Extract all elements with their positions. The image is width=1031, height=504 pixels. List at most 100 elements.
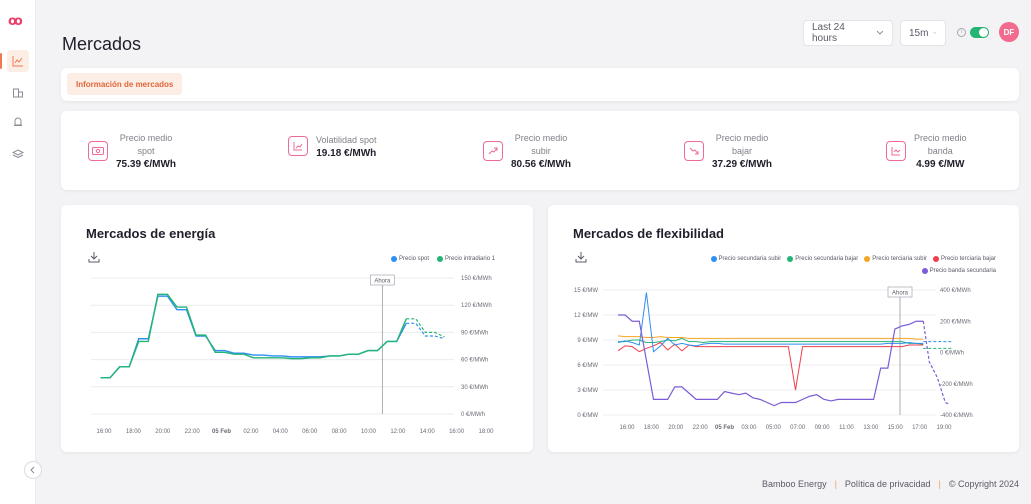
ytick-label-left: 6 €/MW	[577, 363, 598, 369]
layers-icon[interactable]	[7, 143, 29, 165]
series-forecast-1	[406, 322, 445, 340]
xtick-label: 15:00	[888, 425, 904, 431]
series-forecast-2	[406, 318, 445, 338]
kpi-value: 19.18 €/MWh	[316, 147, 377, 159]
kpi-volatilidad: Volatilidad spot 19.18 €/MWh	[288, 126, 377, 166]
kpi-card: Precio medio spot 75.39 €/MWh Volatilida…	[61, 111, 1019, 190]
xtick-label: 03:00	[741, 425, 757, 431]
kpi-precio-bajar: Precio medio bajar 37.29 €/MWh	[684, 126, 772, 176]
xtick-label: 16:00	[619, 425, 635, 431]
now-label: Ahora	[374, 279, 391, 285]
xtick-label: 04:00	[273, 429, 289, 435]
xtick-label: 02:00	[243, 429, 259, 435]
series-line-1	[100, 295, 407, 379]
alarm-icon[interactable]	[7, 111, 29, 133]
info-icon[interactable]: i	[957, 28, 966, 37]
trend-up-icon	[483, 141, 503, 161]
kpi-value: 80.56 €/MWh	[511, 159, 572, 170]
xtick-label: 18:00	[126, 429, 142, 435]
xtick-label: 18:00	[644, 425, 660, 431]
live-toggle[interactable]	[970, 27, 989, 38]
ytick-label-right: 400 €/MWh	[940, 288, 971, 294]
xtick-label: 16:00	[449, 429, 465, 435]
ytick-label-right: 200 €/MWh	[940, 319, 971, 325]
ytick-label: 30 €/MWh	[461, 385, 488, 391]
bamboo-logo[interactable]: oo	[8, 14, 23, 29]
ytick-label-left: 15 €/MW	[574, 288, 598, 294]
time-range-select[interactable]: Last 24 hours	[803, 20, 893, 46]
xtick-label: 14:00	[420, 429, 436, 435]
series-secundaria-bajar	[618, 337, 924, 345]
kpi-value: 75.39 €/MWh	[116, 159, 177, 170]
xtick-label: 07:00	[790, 425, 806, 431]
ytick-label-left: 0 €/MW	[577, 413, 598, 419]
xtick-label: 20:00	[155, 429, 171, 435]
trend-down-icon	[684, 141, 704, 161]
xtick-label: 11:00	[839, 425, 854, 431]
chevron-down-icon	[876, 30, 884, 35]
flex-chart[interactable]: 0 €/MW 3 €/MW 6 €/MW 9 €/MW 12 €/MW 15 €/MW -4…	[548, 205, 1019, 452]
chart-icon[interactable]	[0, 50, 29, 72]
interval-label: 15m	[909, 27, 929, 39]
footer-privacy-link[interactable]: Política de privacidad	[845, 479, 931, 489]
tab-informacion-mercados[interactable]: Información de mercados	[67, 73, 183, 95]
ytick-label: 0 €/MWh	[461, 412, 485, 418]
chevron-left-icon	[30, 466, 35, 474]
ytick-label-right: -200 €/MWh	[940, 382, 973, 388]
ytick-label: 90 €/MWh	[461, 330, 488, 336]
tab-bar: Información de mercados	[61, 68, 1019, 101]
volatility-chart-icon	[288, 136, 308, 156]
kpi-precio-spot: Precio medio spot 75.39 €/MWh	[88, 126, 176, 176]
footer-company[interactable]: Bamboo Energy	[762, 479, 827, 489]
flex-chart-card: Mercados de flexibilidad Precio secundar…	[548, 205, 1019, 452]
ytick-label-left: 9 €/MW	[577, 338, 598, 344]
collapse-sidebar-button[interactable]	[24, 461, 42, 479]
ytick-label-right: -400 €/MWh	[940, 413, 973, 419]
sidebar: oo	[0, 0, 36, 504]
kpi-precio-subir: Precio medio subir 80.56 €/MWh	[483, 126, 571, 176]
time-range-label: Last 24 hours	[812, 22, 845, 44]
interval-select[interactable]: 15m	[900, 20, 946, 46]
energy-chart[interactable]: 0 €/MWh 30 €/MWh 60 €/MWh 90 €/MWh 120 €/MWh…	[61, 205, 533, 452]
xtick-label: 13:00	[863, 425, 879, 431]
xtick-label: 18:00	[478, 429, 494, 435]
footer: Bamboo Energy | Política de privacidad |…	[762, 479, 1019, 489]
xtick-label: 19:00	[936, 425, 952, 431]
ytick-label-left: 3 €/MW	[577, 388, 598, 394]
xtick-label: 09:00	[815, 425, 831, 431]
ytick-label-right: 0 €/MWh	[940, 351, 964, 357]
xtick-label: 08:00	[332, 429, 348, 435]
xtick-label: 05 Feb	[212, 429, 231, 435]
energy-chart-card: Mercados de energía Precio spot Precio i…	[61, 205, 533, 452]
ytick-label: 120 €/MWh	[461, 303, 492, 309]
series-banda-secundaria	[618, 314, 924, 407]
xtick-label: 05:00	[766, 425, 782, 431]
xtick-label: 05 Feb	[715, 425, 734, 431]
xtick-label: 12:00	[390, 429, 406, 435]
xtick-label: 22:00	[185, 429, 201, 435]
kpi-value: 37.29 €/MWh	[712, 159, 773, 170]
xtick-label: 17:00	[912, 425, 928, 431]
ytick-label: 150 €/MWh	[461, 276, 492, 282]
xtick-label: 22:00	[693, 425, 709, 431]
kpi-precio-banda: Precio medio banda 4.99 €/MW	[886, 126, 967, 176]
series-terciaria-subir	[617, 335, 924, 340]
page-title: Mercados	[62, 34, 142, 54]
now-label: Ahora	[892, 291, 909, 297]
xtick-label: 10:00	[361, 429, 377, 435]
avatar[interactable]: DF	[999, 22, 1019, 42]
kpi-value: 4.99 €/MW	[916, 159, 965, 170]
series-secundaria-subir	[617, 292, 924, 353]
series-line-2	[100, 293, 407, 379]
xtick-label: 20:00	[668, 425, 684, 431]
xtick-label: 06:00	[302, 429, 318, 435]
xtick-label: 16:00	[96, 429, 112, 435]
footer-copyright: © Copyright 2024	[948, 479, 1019, 489]
band-chart-icon	[886, 141, 906, 161]
building-icon[interactable]	[7, 81, 29, 103]
series-forecast-banda	[922, 321, 950, 405]
ytick-label: 60 €/MWh	[461, 358, 488, 364]
ytick-label-left: 12 €/MW	[574, 313, 598, 319]
chevron-down-icon	[933, 31, 937, 34]
money-icon	[88, 141, 108, 161]
